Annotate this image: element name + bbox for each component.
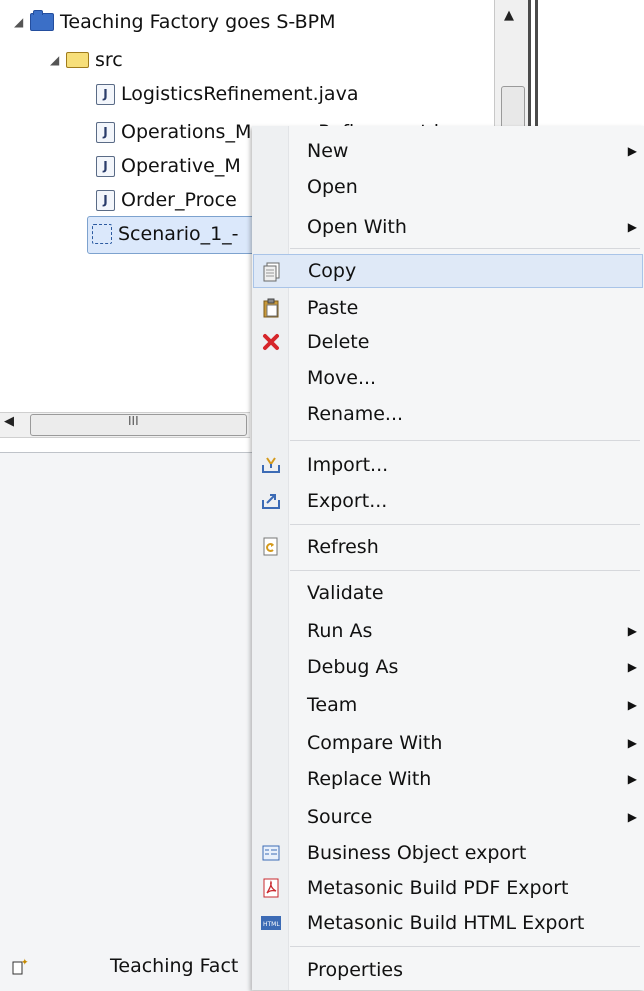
folder-label: src — [95, 49, 123, 71]
submenu-arrow-icon: ▶ — [627, 736, 637, 750]
tree-item-file[interactable]: J LogisticsRefinement.java — [96, 78, 358, 110]
file-label: LogisticsRefinement.java — [121, 83, 359, 105]
menu-item-run-as[interactable]: Run As ▶ — [253, 614, 643, 648]
menu-item-label: Copy — [308, 260, 357, 282]
menu-separator — [290, 248, 640, 249]
menu-item-label: Source — [307, 806, 373, 828]
paste-icon — [261, 298, 281, 318]
tree-item-file[interactable]: J Order_Proce — [96, 184, 237, 216]
html-icon: HTML — [261, 913, 281, 933]
lower-panel — [0, 452, 252, 991]
menu-item-label: Team — [307, 694, 358, 716]
business-object-icon — [261, 843, 281, 863]
scroll-up-arrow-icon[interactable]: ▲ — [504, 8, 514, 23]
menu-item-html-export[interactable]: HTML Metasonic Build HTML Export — [253, 906, 643, 940]
menu-item-label: Compare With — [307, 732, 443, 754]
menu-item-label: Paste — [307, 297, 359, 319]
menu-item-business-object-export[interactable]: Business Object export — [253, 836, 643, 870]
submenu-arrow-icon: ▶ — [627, 144, 637, 158]
menu-item-export[interactable]: Export... — [253, 484, 643, 518]
menu-item-label: Metasonic Build PDF Export — [307, 877, 569, 899]
menu-item-pdf-export[interactable]: Metasonic Build PDF Export — [253, 871, 643, 905]
menu-item-import[interactable]: Import... — [253, 448, 643, 482]
scroll-left-arrow-icon[interactable]: ◀ — [4, 414, 14, 429]
menu-item-compare-with[interactable]: Compare With ▶ — [253, 726, 643, 760]
menu-separator — [290, 946, 640, 947]
menu-item-rename[interactable]: Rename... — [253, 397, 643, 431]
copy-icon — [262, 262, 282, 282]
import-icon — [261, 455, 281, 475]
submenu-arrow-icon: ▶ — [627, 220, 637, 234]
submenu-arrow-icon: ▶ — [627, 772, 637, 786]
menu-item-debug-as[interactable]: Debug As ▶ — [253, 650, 643, 684]
menu-item-source[interactable]: Source ▶ — [253, 800, 643, 834]
menu-item-label: Open With — [307, 216, 407, 238]
menu-item-label: Delete — [307, 331, 370, 353]
menu-item-label: Refresh — [307, 536, 379, 558]
project-icon — [30, 10, 54, 31]
menu-item-label: Debug As — [307, 656, 399, 678]
menu-separator — [290, 570, 640, 571]
menu-item-open[interactable]: Open — [253, 170, 643, 204]
menu-item-label: Properties — [307, 959, 404, 981]
refresh-icon — [261, 537, 281, 557]
scenario-file-icon — [92, 224, 112, 244]
menu-item-properties[interactable]: Properties — [253, 953, 643, 987]
submenu-arrow-icon: ▶ — [627, 810, 637, 824]
menu-item-label: New — [307, 140, 349, 162]
folder-icon — [66, 52, 89, 68]
export-icon — [261, 491, 281, 511]
menu-item-label: Business Object export — [307, 842, 527, 864]
delete-icon — [261, 332, 281, 352]
menu-item-delete[interactable]: Delete — [253, 325, 643, 359]
new-item-icon[interactable]: ✦ — [12, 958, 29, 981]
menu-item-new[interactable]: New ▶ — [253, 134, 643, 168]
menu-item-label: Import... — [307, 454, 389, 476]
scroll-grip: III — [128, 414, 139, 428]
file-label: Operative_M — [121, 155, 241, 177]
menu-item-refresh[interactable]: Refresh — [253, 530, 643, 564]
menu-item-open-with[interactable]: Open With ▶ — [253, 210, 643, 244]
tree-item-file[interactable]: J Operative_M — [96, 150, 241, 182]
tree-item-src[interactable]: ◢ src — [50, 44, 123, 76]
menu-item-label: Run As — [307, 620, 373, 642]
expanded-arrow-icon[interactable]: ◢ — [14, 15, 30, 29]
submenu-arrow-icon: ▶ — [627, 660, 637, 674]
menu-item-label: Open — [307, 176, 358, 198]
menu-item-paste[interactable]: Paste — [253, 291, 643, 325]
java-file-icon: J — [96, 189, 115, 211]
menu-item-copy[interactable]: Copy — [253, 254, 643, 288]
svg-text:HTML: HTML — [263, 921, 280, 928]
menu-separator — [290, 524, 640, 525]
java-file-icon: J — [96, 155, 115, 177]
menu-item-label: Validate — [307, 582, 384, 604]
java-file-icon: J — [96, 121, 115, 143]
panel-tab-label[interactable]: Teaching Fact — [110, 955, 238, 977]
menu-item-label: Replace With — [307, 768, 432, 790]
menu-item-label: Move... — [307, 367, 377, 389]
submenu-arrow-icon: ▶ — [627, 698, 637, 712]
menu-item-label: Metasonic Build HTML Export — [307, 912, 585, 934]
file-label: Scenario_1_- — [118, 223, 239, 245]
tree-item-file-selected[interactable]: Scenario_1_- — [92, 218, 239, 250]
menu-item-label: Rename... — [307, 403, 404, 425]
file-label: Order_Proce — [121, 189, 237, 211]
menu-item-team[interactable]: Team ▶ — [253, 688, 643, 722]
tree-item-project[interactable]: ◢ Teaching Factory goes S-BPM — [14, 6, 336, 38]
menu-item-validate[interactable]: Validate — [253, 576, 643, 610]
menu-item-replace-with[interactable]: Replace With ▶ — [253, 762, 643, 796]
project-label: Teaching Factory goes S-BPM — [60, 11, 336, 33]
expanded-arrow-icon[interactable]: ◢ — [50, 53, 66, 67]
java-file-icon: J — [96, 83, 115, 105]
submenu-arrow-icon: ▶ — [627, 624, 637, 638]
menu-separator — [290, 440, 640, 441]
menu-item-label: Export... — [307, 490, 388, 512]
pdf-icon — [261, 878, 281, 898]
svg-text:✦: ✦ — [21, 958, 28, 968]
menu-item-move[interactable]: Move... — [253, 361, 643, 395]
